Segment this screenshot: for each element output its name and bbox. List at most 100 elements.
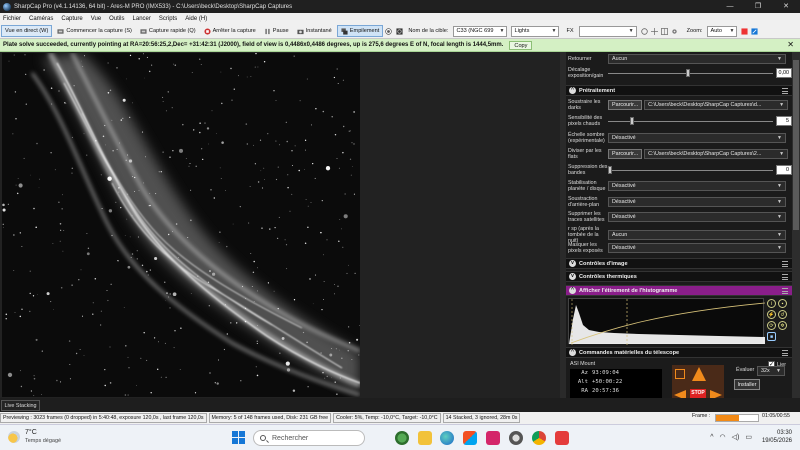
banding-value[interactable]: 0 xyxy=(776,165,792,175)
settings-icon[interactable]: ✲ xyxy=(778,321,787,330)
copy-button[interactable]: Copy xyxy=(509,40,533,50)
darks-path-dropdown[interactable]: C:\Users\beck\Desktop\SharpCap Captures\… xyxy=(644,100,789,110)
frame-type-dropdown[interactable]: Lights ▼ xyxy=(511,25,560,37)
snapshot-button[interactable]: Instantané xyxy=(294,25,335,37)
live-stacking-tab[interactable]: Live Stacking xyxy=(1,400,40,411)
close-icon[interactable]: ✕ xyxy=(787,40,794,49)
remote-app-icon[interactable] xyxy=(555,431,569,445)
star xyxy=(352,166,353,167)
histogram-section-header[interactable]: ^ Afficher l'étirement de l'histogramme xyxy=(566,285,792,296)
star xyxy=(30,390,33,392)
star xyxy=(54,169,56,171)
start-capture-button[interactable]: Commencer la capture (S) xyxy=(54,25,135,37)
thermal-controls-section-header[interactable]: v Contrôles thermiques xyxy=(566,271,792,282)
star xyxy=(254,163,257,165)
darks-browse-button[interactable]: Parcourir... xyxy=(608,100,643,110)
clock[interactable]: 03:30 19/05/2026 xyxy=(762,429,792,445)
flats-path-dropdown[interactable]: C:\Users\beck\Desktop\SharpCap Captures\… xyxy=(644,149,789,159)
hamburger-icon[interactable] xyxy=(782,261,788,267)
hamburger-icon[interactable] xyxy=(782,288,788,294)
installer-button[interactable]: Installer xyxy=(734,379,760,390)
pen-icon[interactable] xyxy=(751,27,759,35)
menu-capture[interactable]: Capture xyxy=(61,16,82,22)
close-button[interactable]: ✕ xyxy=(772,0,800,13)
move-north-button[interactable] xyxy=(692,367,706,381)
store-app-icon[interactable] xyxy=(463,431,477,445)
telescope-section-header[interactable]: ^ Commandes matérielles du télescope xyxy=(566,347,792,358)
fx-dropdown[interactable]: ▼ xyxy=(578,25,637,37)
chevron-up-icon[interactable]: ^ xyxy=(710,434,713,441)
taskbar-search[interactable]: Rechercher xyxy=(253,430,365,446)
chrome-browser-icon[interactable] xyxy=(532,431,546,445)
panel-scrollbar[interactable] xyxy=(792,52,800,398)
crosshair-icon[interactable] xyxy=(650,27,658,35)
menu-outils[interactable]: Outils xyxy=(109,16,124,22)
move-east-button[interactable] xyxy=(710,390,722,398)
lock-icon[interactable]: ▪ xyxy=(778,299,787,308)
mask-dropdown[interactable]: Désactivé ▼ xyxy=(608,243,786,253)
lightning-icon[interactable]: ⚡ xyxy=(767,310,776,319)
park-button[interactable] xyxy=(675,369,685,379)
histogram-display[interactable] xyxy=(568,298,766,345)
xbox-app-icon[interactable] xyxy=(395,431,409,445)
save-icon[interactable]: ■ xyxy=(767,332,776,341)
quick-capture-button[interactable]: Capture rapide (Q) xyxy=(137,25,199,37)
minimize-button[interactable]: — xyxy=(716,0,744,13)
volume-icon[interactable]: ◁) xyxy=(732,433,740,441)
target-name-dropdown[interactable]: C33 (NGC 699 ▼ xyxy=(453,25,508,37)
menu-lancer[interactable]: Lancer xyxy=(133,16,151,22)
pause-button[interactable]: Pause xyxy=(261,25,292,37)
file-explorer-icon[interactable] xyxy=(418,431,432,445)
settings-icon[interactable] xyxy=(671,28,678,35)
maximize-button[interactable]: ❐ xyxy=(744,0,772,13)
decalage-slider[interactable] xyxy=(608,68,773,78)
evaluer-dropdown[interactable]: 32x ▼ xyxy=(757,366,785,376)
decalage-value[interactable]: 0,00 xyxy=(776,68,792,78)
pretraitement-section-header[interactable]: ^ Prétraitement xyxy=(566,85,792,96)
menu-cameras[interactable]: Caméras xyxy=(29,16,53,22)
stacking-button[interactable]: Empilement xyxy=(336,25,384,37)
hamburger-icon[interactable] xyxy=(782,88,788,94)
reset-icon[interactable]: ↺ xyxy=(778,310,787,319)
hamburger-icon[interactable] xyxy=(782,274,788,280)
stabilise-dropdown[interactable]: Désactivé ▼ xyxy=(608,181,786,191)
wifi-icon[interactable]: ◠ xyxy=(720,433,726,441)
overlay-icon[interactable] xyxy=(640,27,648,35)
live-view-button[interactable]: Vue en direct (W) xyxy=(1,25,53,37)
menu-scripts[interactable]: Scripts xyxy=(159,16,177,22)
move-west-button[interactable] xyxy=(674,390,686,398)
stop-capture-button[interactable]: Arrêter la capture xyxy=(201,25,259,37)
fall-dropdown[interactable]: Aucun ▼ xyxy=(608,230,786,240)
image-controls-section-header[interactable]: v Contrôles d'image xyxy=(566,258,792,269)
weather-widget[interactable]: 7°C Temps dégagé xyxy=(8,429,61,445)
battery-icon[interactable]: ▭ xyxy=(745,433,752,441)
refresh-icon[interactable]: ⟳ xyxy=(767,321,776,330)
menu-vue[interactable]: Vue xyxy=(91,16,101,22)
star xyxy=(117,260,119,262)
stop-slew-button[interactable]: STOP xyxy=(690,389,706,398)
hotpix-value[interactable]: 5 xyxy=(776,116,792,126)
hamburger-icon[interactable] xyxy=(782,350,788,356)
star xyxy=(253,300,255,302)
media-app-icon[interactable] xyxy=(486,431,500,445)
menu-fichier[interactable]: Fichier xyxy=(3,16,21,22)
bg-sub-dropdown[interactable]: Désactivé ▼ xyxy=(608,197,786,207)
star xyxy=(306,341,308,344)
zoom-dropdown[interactable]: Auto ▼ xyxy=(707,25,738,37)
flats-browse-button[interactable]: Parcourir... xyxy=(608,149,643,159)
red-light-icon[interactable] xyxy=(741,27,749,35)
edge-browser-icon[interactable] xyxy=(440,431,454,445)
sharpcap-taskbar-icon[interactable] xyxy=(509,431,523,445)
info-icon[interactable]: i xyxy=(767,299,776,308)
windows-start-icon[interactable] xyxy=(232,431,245,444)
nebula-image[interactable] xyxy=(2,53,360,397)
dark-scale-dropdown[interactable]: Désactivé ▼ xyxy=(608,133,786,143)
banding-slider[interactable] xyxy=(608,165,773,175)
retourner-dropdown[interactable]: Aucun ▼ xyxy=(608,54,786,64)
hotpix-slider[interactable] xyxy=(608,116,773,126)
panel-scrollbar-thumb[interactable] xyxy=(793,60,799,230)
star xyxy=(50,301,52,303)
menu-aide[interactable]: Aide (H) xyxy=(185,16,207,22)
grid-icon[interactable] xyxy=(660,27,668,35)
satellite-dropdown[interactable]: Désactivé ▼ xyxy=(608,212,786,222)
